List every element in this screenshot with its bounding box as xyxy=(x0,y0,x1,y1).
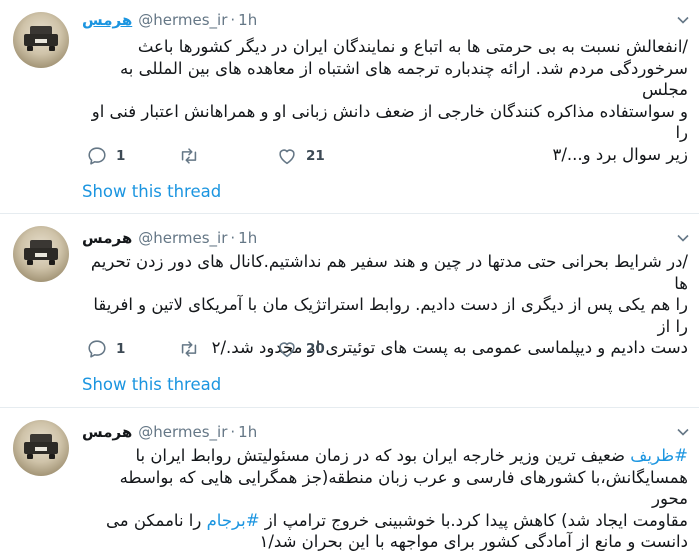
tweet-line: سرخوردگی مردم شد. ارائه چندباره ترجمه ها… xyxy=(119,58,688,100)
retweet-button[interactable] xyxy=(178,145,208,167)
hashtag-link[interactable]: #برجام xyxy=(207,511,260,530)
like-icon xyxy=(279,342,295,358)
chevron-down-icon[interactable] xyxy=(677,232,689,244)
show-thread-link[interactable]: Show this thread xyxy=(82,182,221,201)
reply-icon xyxy=(88,340,106,358)
tweet-2[interactable]: هرمس @hermes_ir · 1h /در شرایط بحرانی حتی م… xyxy=(0,214,699,407)
tweet-line: #ظریف ضعیف ترین وزیر خارجه ایران بود که … xyxy=(82,445,688,467)
tweet-line: و سواستفاده مذاکره کنندگان خارجی از ضعف … xyxy=(91,101,688,143)
tweet-line-text: ضعیف ترین وزیر خارجه ایران بود که در زما… xyxy=(135,446,631,465)
show-thread-link[interactable]: Show this thread xyxy=(82,375,221,394)
retweet-icon xyxy=(181,148,197,164)
like-icon xyxy=(279,149,295,165)
tweet-line: /در شرایط بحرانی حتی مدتها در چین و هند … xyxy=(90,252,688,293)
chevron-down-icon[interactable] xyxy=(677,14,689,26)
avatar[interactable] xyxy=(13,420,69,476)
tweet-header: هرمس @hermes_ir · 1h xyxy=(82,10,257,30)
tweet-line: مقاومت ایجاد شد) کاهش پیدا کرد.با خوشبین… xyxy=(82,510,688,532)
handle[interactable]: @hermes_ir xyxy=(138,229,227,247)
tweet-3[interactable]: هرمس @hermes_ir · 1h #ظریف ضعیف ترین وزیر خ… xyxy=(0,408,699,552)
display-name[interactable]: هرمس xyxy=(82,423,132,441)
tweet-line: دانست و مانع از آمادگی کشور برای مواجهه … xyxy=(259,532,689,551)
like-count: 21 xyxy=(306,148,325,164)
reply-button[interactable]: 1 xyxy=(86,338,125,360)
tweet-line: را هم یکی پس از دیگری از دست دادیم. رواب… xyxy=(93,295,688,336)
tweet-line-text: را ناممکن می xyxy=(106,510,207,530)
reply-icon xyxy=(88,147,106,165)
tweet-header: هرمس @hermes_ir · 1h xyxy=(82,422,257,442)
tweet-header: هرمس @hermes_ir · 1h xyxy=(82,228,257,248)
timestamp[interactable]: 1h xyxy=(238,423,257,441)
tweet-actions: 1 20 xyxy=(82,338,382,360)
tweet-line: همسایگانش،با کشورهای فارسی و عرب زبان من… xyxy=(119,467,688,509)
retweet-button[interactable] xyxy=(178,338,208,360)
like-button[interactable]: 21 xyxy=(276,145,325,167)
like-count: 20 xyxy=(306,341,325,357)
avatar-image xyxy=(24,240,58,265)
reply-count: 1 xyxy=(116,341,126,357)
tweet-line: /انفعالش نسبت به بی حرمتی ها به اتباع و … xyxy=(137,37,688,56)
avatar-image xyxy=(24,434,58,459)
separator-dot: · xyxy=(230,423,236,441)
separator-dot: · xyxy=(230,229,236,247)
avatar[interactable] xyxy=(13,12,69,68)
tweet-actions: 1 21 xyxy=(82,145,382,167)
separator-dot: · xyxy=(230,11,236,29)
avatar-image xyxy=(24,26,58,51)
tweet-line-text: مقاومت ایجاد شد) کاهش پیدا کرد.با خوشبین… xyxy=(264,510,688,530)
tweet-text: #ظریف ضعیف ترین وزیر خارجه ایران بود که … xyxy=(82,445,688,553)
display-name[interactable]: هرمس xyxy=(82,229,132,247)
tweet-1[interactable]: هرمس @hermes_ir · 1h /انفعالش نسبت به بی حر… xyxy=(0,0,699,214)
timestamp[interactable]: 1h xyxy=(238,229,257,247)
retweet-icon xyxy=(181,341,197,357)
timestamp[interactable]: 1h xyxy=(238,11,257,29)
display-name[interactable]: هرمس xyxy=(82,11,132,29)
handle[interactable]: @hermes_ir xyxy=(138,11,227,29)
like-button[interactable]: 20 xyxy=(276,338,325,360)
avatar[interactable] xyxy=(13,226,69,282)
hashtag-link[interactable]: #ظریف xyxy=(630,446,688,465)
handle[interactable]: @hermes_ir xyxy=(138,423,227,441)
reply-button[interactable]: 1 xyxy=(86,145,125,167)
reply-count: 1 xyxy=(116,148,126,164)
chevron-down-icon[interactable] xyxy=(677,426,689,438)
